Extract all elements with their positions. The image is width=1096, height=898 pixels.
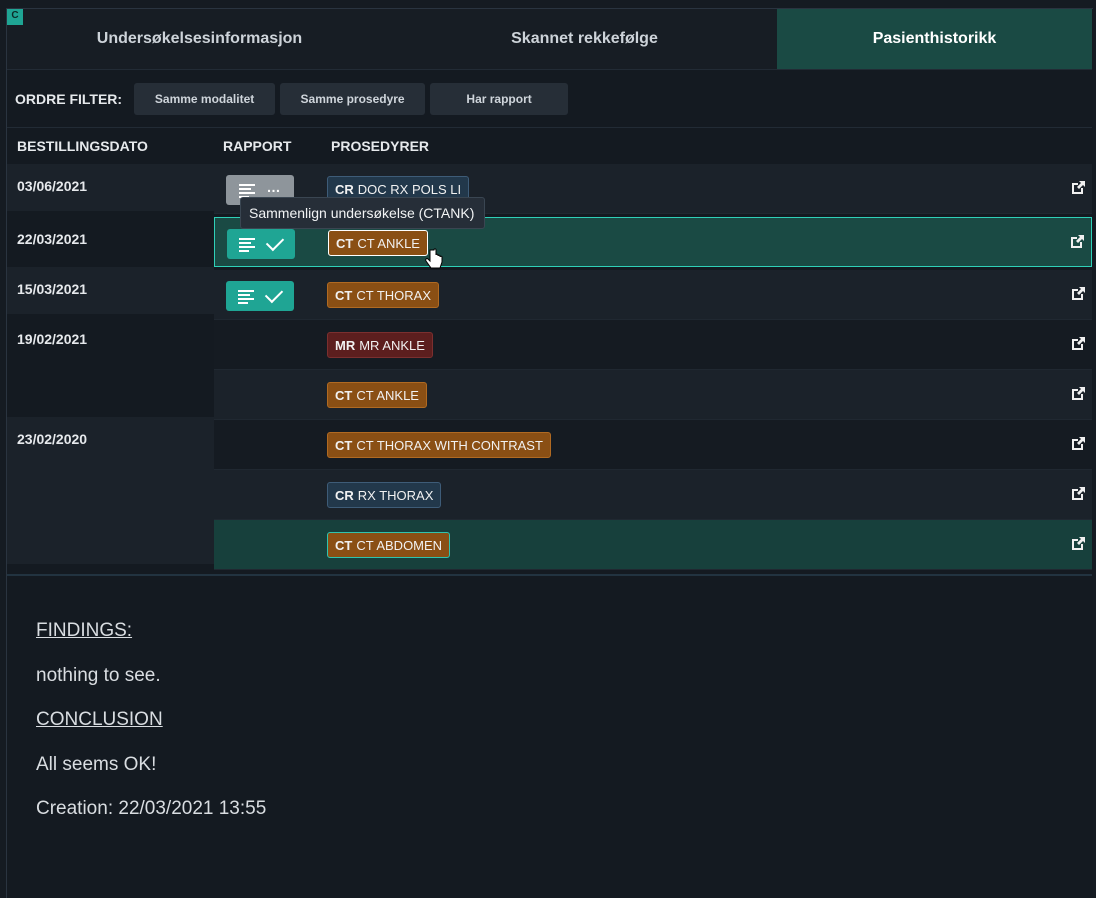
open-external-icon[interactable] [1071,436,1086,451]
procedure-name: RX THORAX [357,487,434,503]
procedure-tag[interactable]: CT CT THORAX WITH CONTRAST [327,432,551,458]
modality-label: CT [336,235,354,251]
procedure-tag[interactable]: CR RX THORAX [327,482,442,508]
modality-label: CT [335,387,353,403]
procedure-tag[interactable]: CT CT THORAX [327,282,439,308]
filter-label: ORDRE FILTER: [15,90,123,107]
modality-label: CT [335,537,353,553]
table-row[interactable]: CR RX THORAX [7,470,1092,520]
check-icon [265,232,285,252]
table-row[interactable]: CT CT THORAX WITH CONTRAST [7,420,1092,470]
filter-same-modality-button[interactable]: Samme modalitet [134,82,276,115]
modality-label: CT [335,437,353,453]
tab-undersokelsesinformasjon[interactable]: Undersøkelsesinformasjon [7,9,392,69]
creation-text: Creation: 22/03/2021 13:55 [36,798,267,819]
procedure-tag[interactable]: CT CT ANKLE [328,230,428,256]
row-content[interactable]: CT CT THORAX [214,270,1092,320]
report-available-button[interactable] [226,281,294,311]
hand-cursor-icon [424,248,444,277]
modality-label: MR [335,337,356,353]
tab-bar: Undersøkelsesinformasjon Skannet rekkefø… [7,9,1092,70]
conclusion-heading: CONCLUSION [36,709,163,730]
app-logo: C [7,9,23,25]
report-lines-icon [238,289,254,304]
row-content[interactable]: CR RX THORAX [214,470,1092,520]
filter-same-procedure-button[interactable]: Samme prosedyre [280,82,426,115]
row-content[interactable]: CT CT ANKLE [214,370,1092,420]
open-external-icon[interactable] [1071,336,1086,351]
row-content[interactable]: CT CT ABDOMEN [214,520,1092,570]
filter-has-report-button[interactable]: Har rapport [430,82,569,115]
procedure-name: CT THORAX [356,287,431,303]
open-external-icon[interactable] [1070,234,1085,249]
report-available-button[interactable] [227,229,295,259]
findings-text: nothing to see. [36,665,161,686]
report-panel: FINDINGS: nothing to see. CONCLUSION All… [7,576,1092,897]
open-external-icon[interactable] [1071,536,1086,551]
procedure-name: MR ANKLE [359,337,425,353]
procedure-name: CT ANKLE [357,235,420,251]
table-row[interactable]: … CR DOC RX POLS LI [7,164,1092,214]
procedure-name: CT THORAX WITH CONTRAST [356,437,543,453]
table-row[interactable]: MR MR ANKLE [7,320,1092,370]
column-header-date[interactable]: BESTILLINGSDATO [17,138,148,154]
ellipsis-icon: … [266,179,282,195]
table-header: BESTILLINGSDATO RAPPORT PROSEDYRER [7,128,1092,164]
check-icon [264,284,284,304]
conclusion-text: All seems OK! [36,754,157,775]
tab-pasienthistorikk[interactable]: Pasienthistorikk [777,9,1092,69]
table-row[interactable]: CT CT ANKLE [7,217,1092,267]
column-header-procedures[interactable]: PROSEDYRER [331,138,429,154]
tab-skannet-rekkefolge[interactable]: Skannet rekkefølge [392,9,777,69]
modality-label: CR [335,181,354,197]
row-content[interactable]: MR MR ANKLE [214,320,1092,370]
open-external-icon[interactable] [1071,180,1086,195]
procedure-name: DOC RX POLS LI [357,181,462,197]
procedure-name: CT ANKLE [356,387,419,403]
table-row[interactable]: CT CT THORAX [7,270,1092,320]
table-row[interactable]: CT CT ANKLE [7,370,1092,420]
column-header-report[interactable]: RAPPORT [223,138,291,154]
report-lines-icon [239,237,255,252]
open-external-icon[interactable] [1071,486,1086,501]
procedure-name: CT ABDOMEN [356,537,443,553]
row-content[interactable]: CT CT THORAX WITH CONTRAST [214,420,1092,470]
report-lines-icon [238,183,255,198]
procedure-tag[interactable]: MR MR ANKLE [327,332,433,358]
procedure-tag[interactable]: CT CT ABDOMEN [327,532,451,558]
open-external-icon[interactable] [1071,286,1086,301]
findings-heading: FINDINGS: [36,620,133,641]
order-filter-bar: ORDRE FILTER: Samme modalitet Samme pros… [7,70,1092,128]
modality-label: CT [335,287,353,303]
procedure-tag[interactable]: CT CT ANKLE [327,382,427,408]
modality-label: CR [335,487,354,503]
open-external-icon[interactable] [1071,386,1086,401]
compare-tooltip: Sammenlign undersøkelse (CTANK) [240,197,486,229]
table-row[interactable]: CT CT ABDOMEN [7,520,1092,570]
